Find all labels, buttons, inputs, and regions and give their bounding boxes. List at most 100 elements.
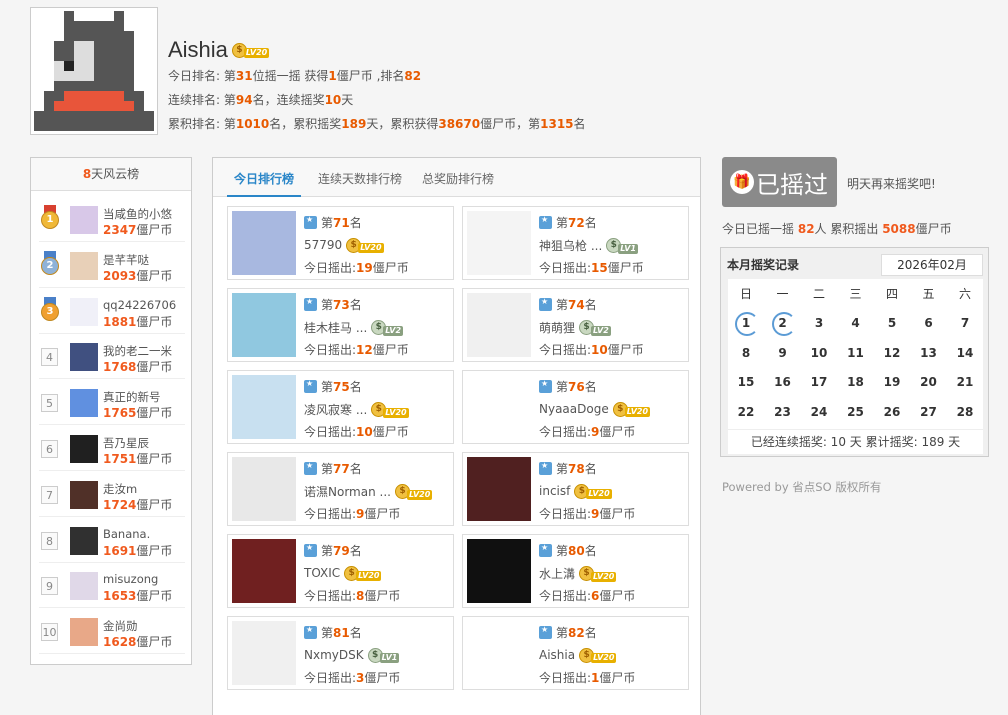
calendar-weekday: 六 (958, 287, 971, 301)
leaderboard-username[interactable]: 金尚勋 (103, 618, 138, 634)
user-avatar[interactable] (467, 457, 531, 521)
leaderboard-item[interactable]: 8 Banana. 1691僵尸币 (39, 518, 185, 563)
card-username[interactable]: NxmyDSK $ LV1 (304, 647, 400, 663)
user-avatar[interactable] (70, 480, 98, 509)
rank-flag-icon (304, 379, 317, 393)
streak-rank-line: 连续排名: 第94名，连续摇奖10天 (168, 93, 354, 107)
user-avatar[interactable] (467, 375, 531, 439)
rank-card[interactable]: 第80名 水上溝 $LV20 今日摇出:6僵尸币 (462, 534, 689, 608)
leaderboard-coins: 1653僵尸币 (103, 589, 173, 604)
card-username[interactable]: 诺濕Norman ... $ LV20 (304, 483, 433, 500)
leaderboard-username[interactable]: 吾乃星辰 (103, 435, 149, 451)
leaderboard-item[interactable]: 7 走汝m 1724僵尸币 (39, 472, 185, 517)
card-username[interactable]: 水上溝 $ LV20 (539, 565, 617, 582)
rank-card[interactable]: 第75名 凌风寂寒 ... $LV20 今日摇出:10僵尸币 (227, 370, 454, 444)
leaderboard-username[interactable]: qq24226706 (103, 298, 176, 312)
leaderboard-item[interactable]: 6 吾乃星辰 1751僵尸币 (39, 426, 185, 471)
card-username[interactable]: Aishia $ LV20 (539, 647, 617, 663)
user-avatar[interactable] (70, 526, 98, 555)
user-avatar[interactable] (70, 435, 98, 463)
level-badge: $ LV20 (346, 237, 384, 253)
calendar-grid: 已经连续摇奖: 10 天 累计摇奖: 189 天 日一二三四五六12345678… (728, 279, 983, 454)
user-avatar[interactable] (70, 572, 98, 601)
card-username[interactable]: 57790 $ LV20 (304, 237, 384, 253)
rank-card[interactable]: 第78名 incisf $LV20 今日摇出:9僵尸币 (462, 452, 689, 526)
calendar-day: 17 (810, 375, 828, 389)
leaderboard-item[interactable]: 5 真正的新号 1765僵尸币 (39, 380, 185, 426)
user-avatar[interactable] (232, 539, 296, 603)
leaderboard-item[interactable]: 10 金尚勋 1628僵尸币 (39, 609, 185, 655)
user-avatar[interactable] (467, 539, 531, 603)
rank-number: 10 (41, 623, 58, 642)
leaderboard-item[interactable]: 9 misuzong 1653僵尸币 (39, 563, 185, 609)
rank-card[interactable]: 第79名 TOXIC $LV20 今日摇出:8僵尸币 (227, 534, 454, 608)
calendar-footer: 已经连续摇奖: 10 天 累计摇奖: 189 天 (728, 429, 983, 454)
user-avatar[interactable] (232, 293, 296, 357)
user-avatar[interactable] (70, 389, 98, 418)
rank-card[interactable]: 第76名 NyaaaDoge $LV20 今日摇出:9僵尸币 (462, 370, 689, 444)
calendar-day: 14 (956, 345, 974, 360)
leaderboard-username[interactable]: 是芊芊哒 (103, 252, 149, 268)
user-avatar[interactable] (232, 457, 296, 521)
leaderboard-username[interactable]: 当咸鱼的小悠 (103, 206, 172, 222)
user-avatar[interactable] (232, 621, 296, 685)
card-username[interactable]: 萌萌狸 $ LV2 (539, 319, 611, 336)
rank-card[interactable]: 第77名 诺濕Norman ... $LV20 今日摇出:9僵尸币 (227, 452, 454, 526)
leaderboard-username[interactable]: Banana. (103, 527, 150, 541)
user-avatar[interactable] (70, 618, 98, 647)
leaderboard-item[interactable]: 1 当咸鱼的小悠 2347僵尸币 (39, 197, 185, 242)
user-avatar[interactable] (70, 343, 98, 372)
level-badge: $ LV20 (394, 484, 433, 500)
leaderboard-username[interactable]: 真正的新号 (103, 389, 161, 405)
tab-today[interactable]: 今日排行榜 (227, 158, 301, 197)
calendar-day: 13 (920, 345, 937, 360)
leaderboard-username[interactable]: 走汝m (103, 481, 137, 497)
calendar-title: 本月摇奖记录 (727, 258, 800, 272)
rank-card[interactable]: 第74名 萌萌狸 $LV2 今日摇出:10僵尸币 (462, 288, 689, 362)
card-username[interactable]: 凌风寂寒 ... $ LV20 (304, 401, 409, 418)
user-avatar[interactable] (467, 621, 531, 685)
user-avatar[interactable] (467, 211, 531, 275)
leaderboard-username[interactable]: 我的老二一米 (103, 343, 172, 359)
rank-flag-icon (539, 379, 552, 393)
leaderboard-item[interactable]: 3 qq24226706 1881僵尸币 (39, 289, 185, 334)
tab-streak[interactable]: 连续天数排行榜 (318, 158, 402, 197)
rank-card[interactable]: 第72名 神狙乌枪 ... $LV1 今日摇出:15僵尸币 (462, 206, 689, 280)
powered-by: Powered by 省点SO 版权所有 (722, 480, 882, 494)
user-avatar[interactable] (232, 211, 296, 275)
leaderboard-coins: 1881僵尸币 (103, 314, 173, 329)
tab-total-reward[interactable]: 总奖励排行榜 (422, 158, 494, 197)
card-username[interactable]: 神狙乌枪 ... $ LV1 (539, 237, 639, 254)
profile-avatar[interactable] (30, 7, 158, 135)
user-avatar[interactable] (70, 251, 98, 280)
leaderboard-coins: 1768僵尸币 (103, 360, 173, 375)
card-username[interactable]: 桂木桂马 ... $ LV2 (304, 319, 404, 336)
card-username[interactable]: incisf $ LV20 (539, 483, 612, 499)
rank-card[interactable]: 第73名 桂木桂马 ... $LV2 今日摇出:12僵尸币 (227, 288, 454, 362)
medal-icon: 3 (41, 296, 59, 321)
card-username[interactable]: TOXIC $ LV20 (304, 565, 382, 581)
user-avatar[interactable] (70, 297, 98, 326)
medal-icon: 2 (41, 250, 59, 275)
level-badge: $ LV2 (371, 320, 404, 336)
user-avatar[interactable] (70, 206, 98, 234)
calendar-day: 24 (810, 404, 828, 419)
leaderboard-item[interactable]: 2 是芊芊哒 2093僵尸币 (39, 243, 185, 288)
card-shake-amount: 今日摇出:9僵尸币 (539, 507, 636, 521)
card-username[interactable]: NyaaaDoge $ LV20 (539, 401, 651, 417)
calendar-day: 20 (920, 375, 937, 389)
rank-card[interactable]: 第71名 57790 $LV20 今日摇出:19僵尸币 (227, 206, 454, 280)
calendar-day: 8 (741, 345, 751, 360)
user-avatar[interactable] (467, 293, 531, 357)
user-avatar[interactable] (232, 375, 296, 439)
shake-done-button[interactable]: 🎁 已摇过 (722, 157, 837, 207)
rank-card[interactable]: 第82名 Aishia $LV20 今日摇出:1僵尸币 (462, 616, 689, 690)
card-rank: 第76名 (539, 378, 597, 395)
calendar-day: 18 (847, 375, 864, 389)
leaderboard-username[interactable]: misuzong (103, 572, 158, 586)
level-badge: $ LV20 (574, 483, 612, 499)
leaderboard-item[interactable]: 4 我的老二一米 1768僵尸币 (39, 334, 185, 380)
monthly-calendar: 本月摇奖记录 2026年02月 已经连续摇奖: 10 天 累计摇奖: 189 天… (720, 247, 989, 457)
rank-card[interactable]: 第81名 NxmyDSK $LV1 今日摇出:3僵尸币 (227, 616, 454, 690)
calendar-day: 22 (737, 404, 755, 419)
